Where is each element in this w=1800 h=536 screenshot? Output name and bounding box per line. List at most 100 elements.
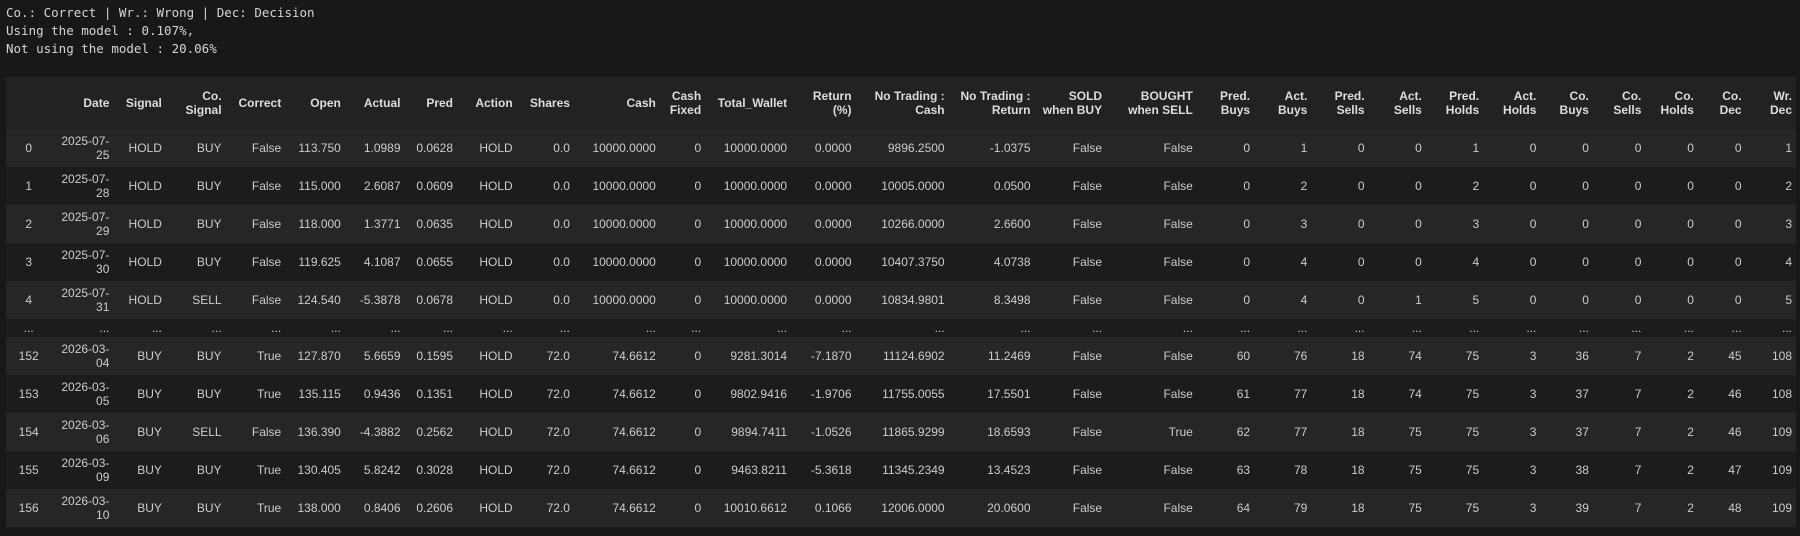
table-cell: 0 [1687,217,1694,231]
table-cell: 10266.0000 [881,217,945,231]
table-cell: ... [211,321,222,335]
table-cell: 0.0000 [814,141,852,155]
table-cell: 2025-07-28 [61,172,110,200]
table-cell: 0.0678 [416,293,454,307]
table-cell: ... [1526,321,1537,335]
row-index-cell: 156 [18,501,39,515]
table-cell: 76 [1293,349,1308,363]
table-cell: ... [1092,321,1103,335]
table-cell: 0.1066 [814,501,852,515]
table-cell: 0 [1243,293,1251,307]
table-cell: 0 [1687,255,1694,269]
table-cell: -7.1870 [810,349,852,363]
table-cell: 63 [1236,463,1251,477]
table-cell: False [1163,349,1193,363]
table-cell: 0.8406 [363,501,401,515]
table-cell: 0 [1415,255,1422,269]
table-cell: 0 [1357,255,1365,269]
column-header: Co. Holds [1660,89,1694,117]
table-cell: 2025-07-29 [61,210,110,238]
table-cell: 5 [1785,293,1792,307]
table-cell: 0.0655 [416,255,454,269]
table-cell: 2 [1687,387,1694,401]
table-cell: 8.3498 [993,293,1031,307]
column-header: Open [310,96,341,110]
table-cell: 10834.9801 [881,293,945,307]
table-cell: -4.3882 [359,425,401,439]
column-header: Act. Holds [1503,89,1537,117]
table-cell: 0 [694,463,702,477]
row-index-cell: 1 [25,179,33,193]
table-cell: BUY [137,387,162,401]
dataframe-table: Date Signal Co. Signal Correct Open Actual Pre… [6,77,1796,527]
table-cell: False [1163,141,1193,155]
table-cell: 0 [1634,293,1642,307]
table-cell: 7 [1634,349,1642,363]
table-cell: False [1072,425,1103,439]
column-header: Pred. Sells [1334,89,1365,117]
table-cell: HOLD [128,255,162,269]
table-cell: 0 [1529,293,1537,307]
table-cell: 4 [1300,293,1308,307]
table-cell: 124.540 [297,293,341,307]
table-cell: 108 [1771,387,1792,401]
dataframe-table-wrapper[interactable]: Date Signal Co. Signal Correct Open Actual Pre… [6,77,1796,527]
table-cell: 0 [694,387,702,401]
column-header: Co. Sells [1613,89,1642,117]
table-cell: True [256,349,282,363]
table-cell: 17.5501 [987,387,1031,401]
table-cell: 0 [694,293,702,307]
table-cell: 74.6612 [612,349,656,363]
table-cell: False [1072,179,1103,193]
table-cell: True [256,463,282,477]
table-cell: 0 [694,255,702,269]
table-cell: 0 [694,179,702,193]
table-cell: 0.2562 [416,425,454,439]
table-cell: BUY [196,217,222,231]
table-cell: 0.1351 [416,387,454,401]
table-cell: ... [777,321,788,335]
column-header: SOLD when BUY [1042,89,1103,117]
table-cell: 3 [1300,217,1308,231]
column-header: Co. Signal [185,89,222,117]
table-cell: HOLD [479,293,513,307]
table-cell: 0 [1687,179,1694,193]
table-cell: 0 [1415,141,1422,155]
table-cell: 135.115 [298,387,341,401]
table-cell: 74.6612 [612,501,656,515]
column-header: Co. Dec [1719,89,1742,117]
table-cell: 0 [1634,217,1642,231]
table-cell: HOLD [479,501,513,515]
table-cell: -5.3878 [359,293,401,307]
table-cell: False [1072,141,1103,155]
table-cell: 2 [1472,179,1480,193]
table-cell: 62 [1236,425,1251,439]
table-cell: BUY [196,463,222,477]
table-cell: ... [443,321,454,335]
table-cell: 0.1595 [416,349,454,363]
table-cell: 2026-03-04 [61,342,110,370]
table-cell: 0 [1243,179,1251,193]
table-cell: 4 [1300,255,1308,269]
table-cell: 1 [1415,293,1422,307]
table-cell: 39 [1575,501,1589,515]
table-cell: ... [390,321,401,335]
table-cell: 113.750 [298,141,341,155]
row-index-cell: 152 [18,349,39,363]
table-cell: 2025-07-25 [61,134,110,162]
table-cell: 2 [1785,179,1792,193]
table-cell: 7 [1634,501,1642,515]
table-cell: False [1163,501,1193,515]
table-cell: 75 [1465,387,1480,401]
table-cell: 0 [1357,141,1365,155]
table-cell: 10000.0000 [723,255,788,269]
row-index-cell: 153 [18,387,39,401]
table-cell: ... [1469,321,1480,335]
output-text: Co.: Correct | Wr.: Wrong | Dec: Decisio… [0,0,1800,58]
table-cell: False [251,255,282,269]
table-cell: HOLD [479,179,513,193]
table-cell: 46 [1728,425,1742,439]
table-cell: 136.390 [297,425,341,439]
table-cell: BUY [137,425,162,439]
table-cell: SELL [192,425,222,439]
